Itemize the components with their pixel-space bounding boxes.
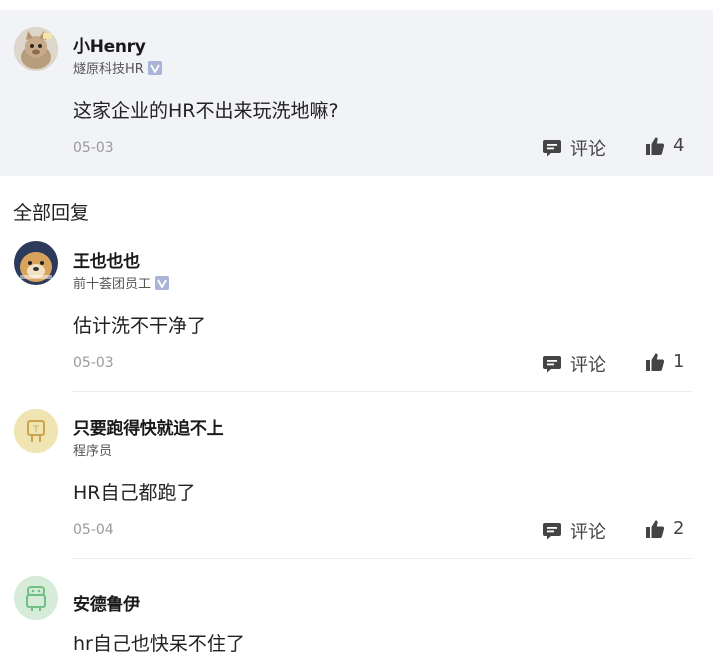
role-label: 程序员 <box>73 444 113 459</box>
reply-text: HR自己都跑了 <box>73 482 196 504</box>
like-button[interactable]: 1 <box>645 351 684 372</box>
reply-date: 05-04 <box>73 522 114 538</box>
comment-icon <box>542 138 562 158</box>
comment-text: 这家企业的HR不出来玩洗地嘛? <box>73 100 339 122</box>
author-role: 程序员 <box>73 440 112 459</box>
comment-label: 评论 <box>570 355 606 376</box>
reply-text: hr自己也快呆不住了 <box>73 633 245 655</box>
thumbs-up-icon <box>645 519 665 539</box>
author-name[interactable]: 安德鲁伊 <box>73 590 140 615</box>
comment-date: 05-03 <box>73 140 114 156</box>
role-label: 燧原科技HR <box>73 62 144 77</box>
like-count: 1 <box>673 351 685 372</box>
comment-icon <box>542 521 562 541</box>
author-name[interactable]: 小Henry <box>73 32 146 57</box>
android-avatar[interactable] <box>14 576 58 620</box>
thumbs-up-icon <box>645 136 665 156</box>
comment-label: 评论 <box>570 139 606 160</box>
verified-icon <box>155 275 170 290</box>
svg-text:T: T <box>32 425 39 435</box>
comment-button[interactable]: 评论 <box>542 135 606 161</box>
main-comment-card: 小Henry 燧原科技HR 这家企业的HR不出来玩洗地嘛? 05-03 评论 4 <box>0 10 713 176</box>
comment-icon <box>542 354 562 374</box>
like-button[interactable]: 2 <box>645 518 684 539</box>
comment-label: 评论 <box>570 522 606 543</box>
author-role: 前十荟团员工 <box>73 273 170 292</box>
divider <box>72 391 692 392</box>
like-count: 2 <box>673 518 685 539</box>
author-name[interactable]: 王也也也 <box>73 247 140 272</box>
robot-avatar[interactable]: T <box>14 409 58 453</box>
author-role: 燧原科技HR <box>73 58 162 77</box>
like-count: 4 <box>673 135 685 156</box>
role-label: 前十荟团员工 <box>73 277 152 292</box>
reply-text: 估计洗不干净了 <box>73 315 207 337</box>
author-name[interactable]: 只要跑得快就追不上 <box>73 414 224 439</box>
like-button[interactable]: 4 <box>645 135 684 156</box>
thumbs-up-icon <box>645 352 665 372</box>
comment-button[interactable]: 评论 <box>542 518 606 544</box>
comment-button[interactable]: 评论 <box>542 351 606 377</box>
divider <box>72 558 692 559</box>
reply-date: 05-03 <box>73 355 114 371</box>
cat-avatar[interactable] <box>14 27 58 71</box>
section-title: 全部回复 <box>13 202 90 224</box>
verified-icon <box>147 60 162 75</box>
dog-avatar[interactable] <box>14 241 58 285</box>
